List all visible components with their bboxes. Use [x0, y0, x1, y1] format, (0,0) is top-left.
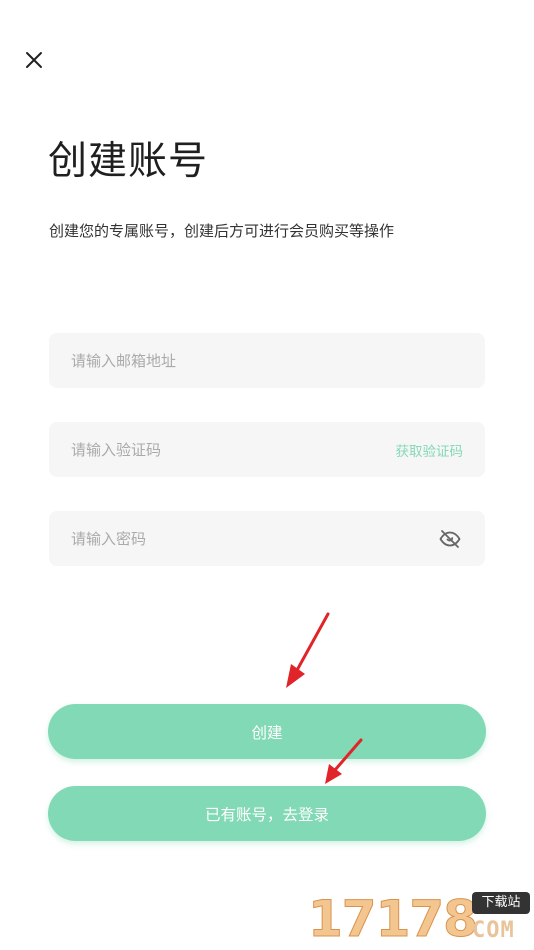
watermark-tag: 下载站 — [472, 892, 530, 914]
email-input[interactable] — [71, 333, 463, 388]
create-button[interactable]: 创建 — [48, 704, 486, 759]
get-code-button[interactable]: 获取验证码 — [396, 440, 464, 460]
close-button[interactable] — [18, 44, 50, 76]
go-to-login-button[interactable]: 已有账号，去登录 — [48, 786, 486, 841]
red-arrow-icon — [286, 612, 330, 688]
code-field-container: 获取验证码 — [49, 422, 485, 477]
close-icon — [26, 52, 42, 68]
password-visibility-toggle[interactable] — [437, 526, 463, 552]
email-field-container — [49, 333, 485, 388]
watermark-suffix: COM — [472, 918, 515, 943]
password-input[interactable] — [71, 511, 437, 566]
watermark-number: 17178 — [308, 890, 479, 949]
password-field-container — [49, 511, 485, 566]
eye-off-icon — [439, 529, 461, 548]
verification-code-input[interactable] — [71, 422, 396, 477]
page-subtitle: 创建您的专属账号，创建后方可进行会员购买等操作 — [49, 222, 395, 240]
page-title: 创建账号 — [48, 139, 209, 184]
site-watermark: 17178 下载站 COM — [308, 888, 534, 950]
